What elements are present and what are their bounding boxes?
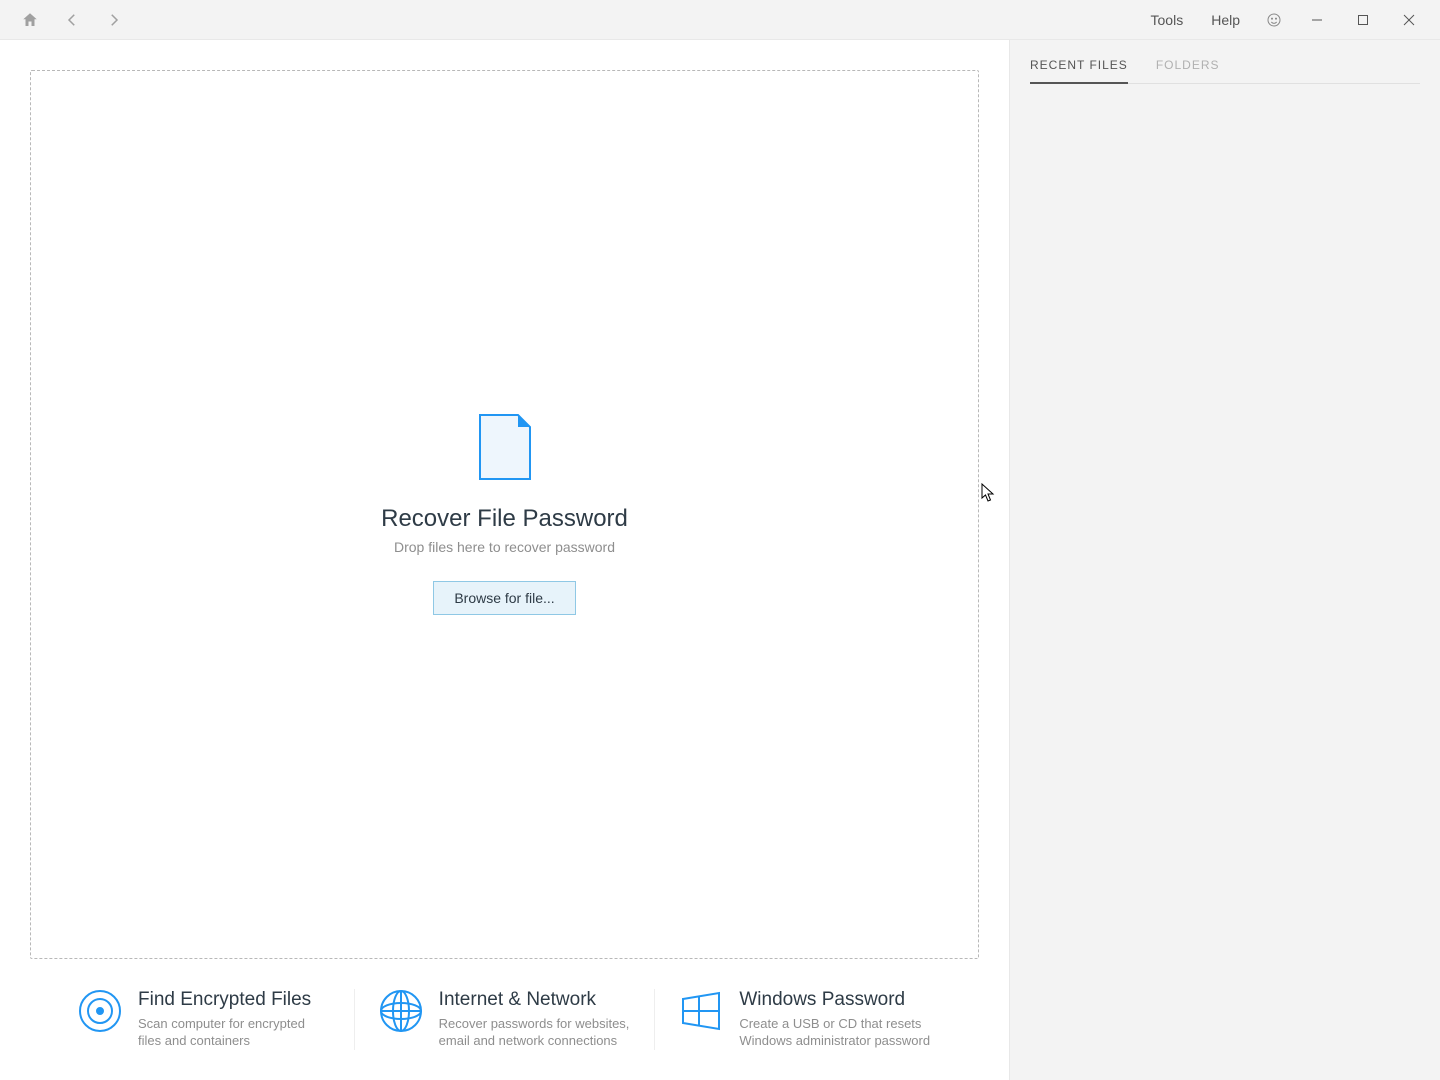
dropzone[interactable]: Recover File Password Drop files here to… [30, 70, 979, 959]
action-cards: Find Encrypted Files Scan computer for e… [30, 959, 979, 1080]
home-icon[interactable] [20, 10, 40, 30]
menu-tools[interactable]: Tools [1137, 12, 1198, 28]
toolbar: Tools Help [0, 0, 1440, 40]
browse-button[interactable]: Browse for file... [433, 581, 575, 615]
maximize-button[interactable] [1340, 0, 1386, 40]
sidebar-tabs: RECENT FILES FOLDERS [1030, 58, 1420, 84]
card-title: Windows Password [739, 989, 931, 1011]
sidebar: RECENT FILES FOLDERS [1010, 40, 1440, 1080]
card-title: Internet & Network [439, 989, 631, 1011]
card-title: Find Encrypted Files [138, 989, 330, 1011]
card-internet-network[interactable]: Internet & Network Recover passwords for… [354, 989, 655, 1050]
file-icon [478, 413, 532, 481]
dropzone-title: Recover File Password [381, 505, 628, 533]
menu-help[interactable]: Help [1197, 12, 1254, 28]
back-icon[interactable] [62, 10, 82, 30]
card-desc: Recover passwords for websites, email an… [439, 1015, 631, 1050]
toolbar-right: Tools Help [1137, 0, 1432, 40]
tab-folders[interactable]: FOLDERS [1156, 58, 1220, 83]
windows-icon [679, 989, 723, 1033]
main-area: Recover File Password Drop files here to… [0, 40, 1010, 1080]
disc-scan-icon [78, 989, 122, 1033]
content: Recover File Password Drop files here to… [0, 40, 1440, 1080]
toolbar-left [20, 10, 124, 30]
close-button[interactable] [1386, 0, 1432, 40]
card-desc: Scan computer for encrypted files and co… [138, 1015, 330, 1050]
card-windows-password[interactable]: Windows Password Create a USB or CD that… [654, 989, 955, 1050]
tab-recent-files[interactable]: RECENT FILES [1030, 58, 1128, 84]
dropzone-subtitle: Drop files here to recover password [394, 539, 615, 555]
card-desc: Create a USB or CD that resets Windows a… [739, 1015, 931, 1050]
card-find-encrypted[interactable]: Find Encrypted Files Scan computer for e… [54, 989, 354, 1050]
minimize-button[interactable] [1294, 0, 1340, 40]
globe-icon [379, 989, 423, 1033]
forward-icon[interactable] [104, 10, 124, 30]
feedback-smiley-icon[interactable] [1254, 0, 1294, 40]
